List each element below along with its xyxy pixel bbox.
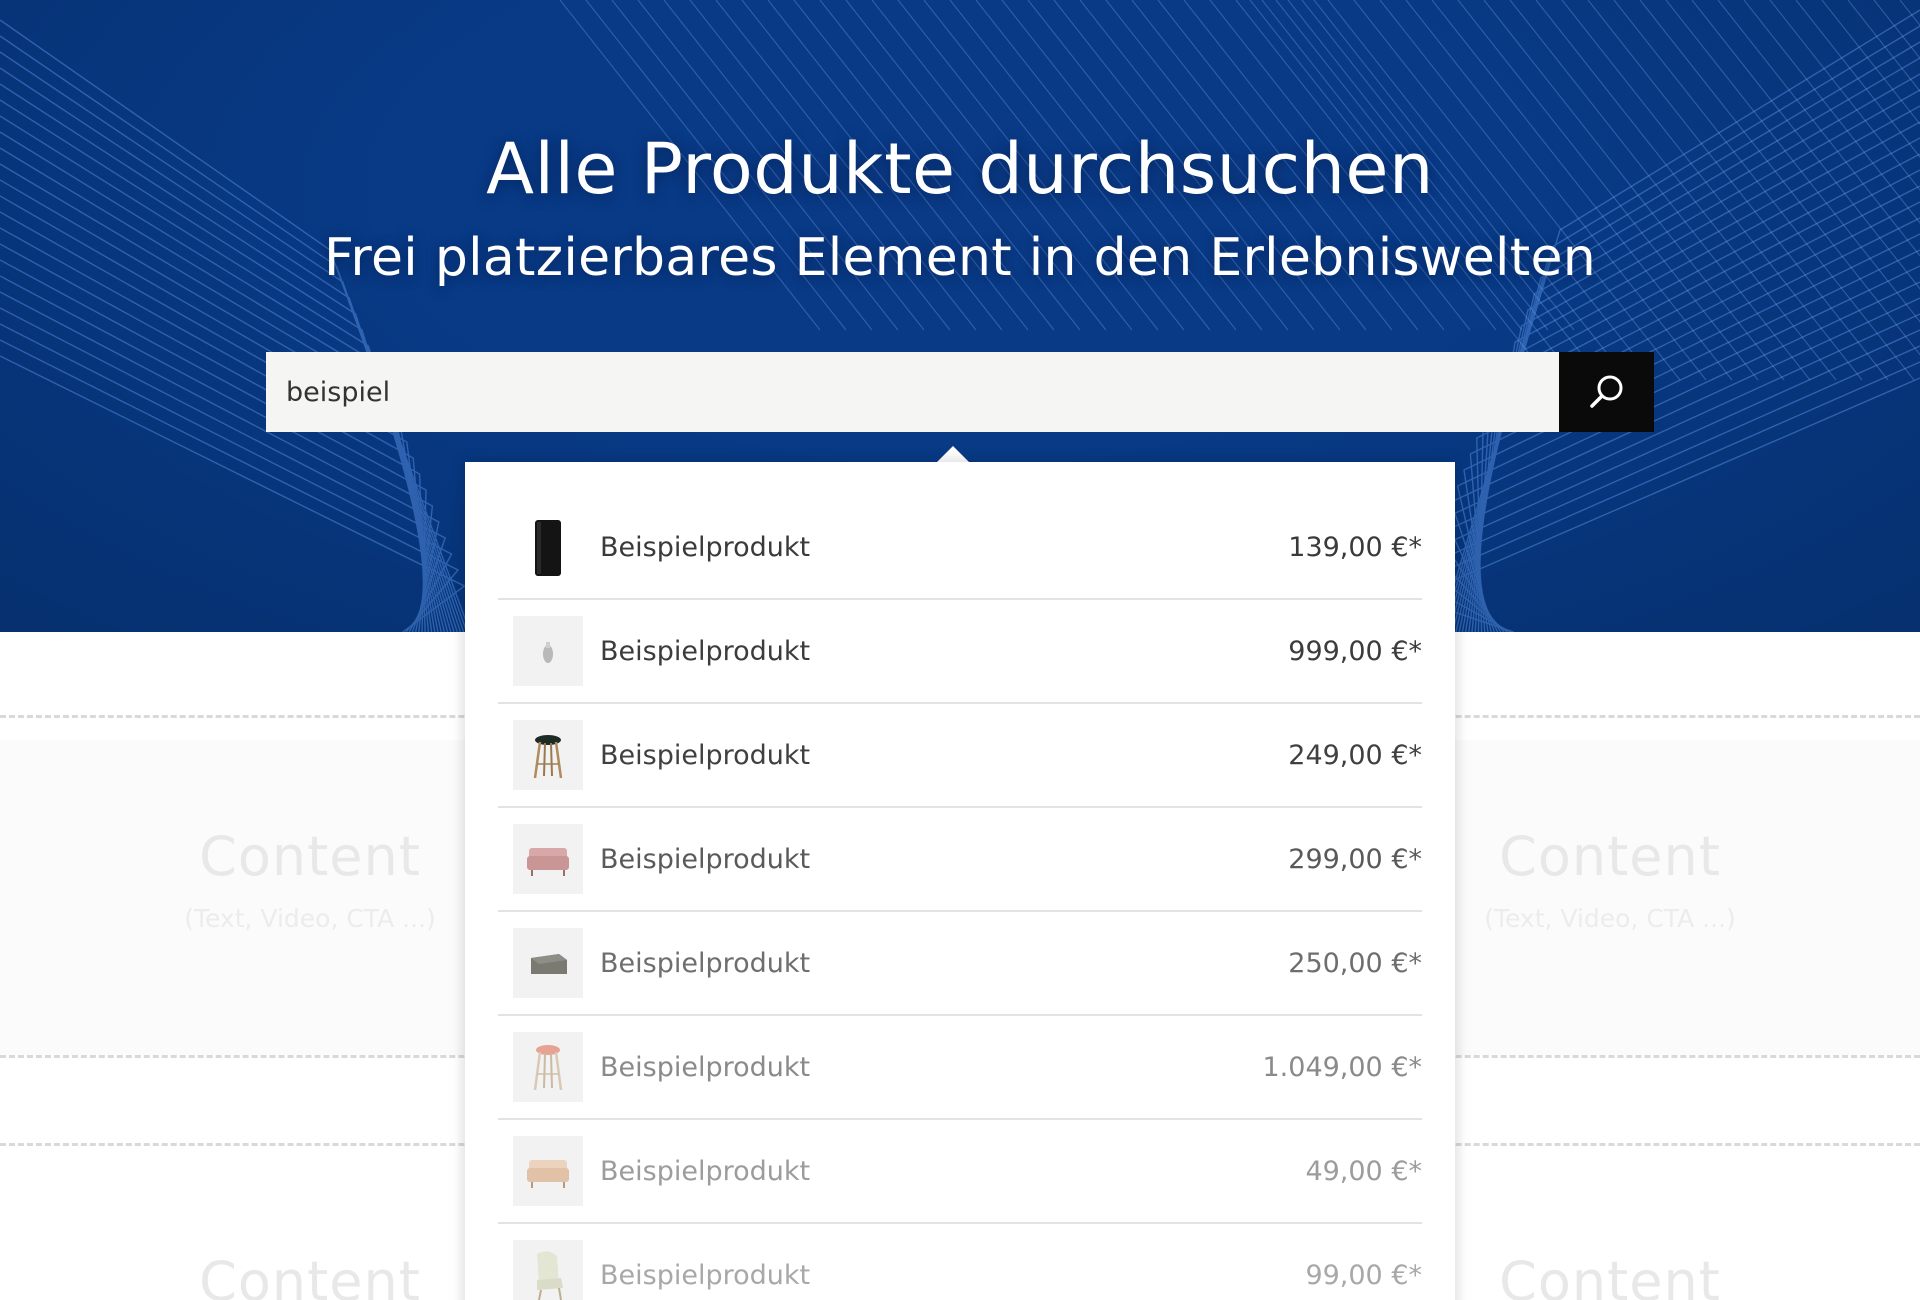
product-thumbnail [513, 928, 583, 998]
content-placeholder-right: Content (Text, Video, CTA ...) [1410, 825, 1810, 933]
search-button[interactable] [1559, 352, 1654, 432]
search-result-item[interactable]: Beispielprodukt 999,00 €* [498, 600, 1422, 704]
product-name: Beispielprodukt [600, 1155, 811, 1187]
product-thumbnail [513, 720, 583, 790]
search-result-item[interactable]: Beispielprodukt 249,00 €* [498, 704, 1422, 808]
bar-stool-dark-icon [533, 735, 563, 779]
content-placeholder-left-2: Content [110, 1250, 510, 1300]
search-bar [266, 352, 1654, 432]
product-price: 99,00 €* [1305, 1259, 1422, 1291]
product-thumbnail [513, 1240, 583, 1300]
page-title: Alle Produkte durchsuchen [486, 128, 1434, 210]
search-result-item[interactable]: Beispielprodukt 99,00 €* [498, 1224, 1422, 1300]
product-price: 250,00 €* [1288, 947, 1422, 979]
content-placeholder-title: Content [199, 825, 421, 888]
lounge-chair-icon [537, 1251, 563, 1300]
product-name: Beispielprodukt [600, 531, 811, 563]
content-placeholder-title: Content [1499, 825, 1721, 888]
search-results-list: Beispielprodukt 139,00 €* Beispielprodukt 9… [498, 496, 1422, 1300]
search-suggestions-dropdown: Beispielprodukt 139,00 €* Beispielprodukt 9… [465, 462, 1455, 1300]
product-thumbnail [513, 824, 583, 894]
content-placeholder-right-2: Content [1410, 1250, 1810, 1300]
product-thumbnail [513, 1136, 583, 1206]
product-price: 1.049,00 €* [1262, 1051, 1423, 1083]
product-price: 49,00 €* [1305, 1155, 1422, 1187]
search-result-item[interactable]: Beispielprodukt 49,00 €* [498, 1120, 1422, 1224]
content-placeholder-subtitle: (Text, Video, CTA ...) [1484, 904, 1736, 933]
pink-sofa-icon [527, 848, 569, 876]
search-result-item[interactable]: Beispielprodukt 139,00 €* [498, 496, 1422, 600]
page-subtitle: Frei platzierbares Element in den Erlebn… [324, 228, 1596, 288]
content-placeholder-title: Content [1499, 1250, 1721, 1300]
product-name: Beispielprodukt [600, 1259, 811, 1291]
vase-icon [543, 642, 553, 663]
product-name: Beispielprodukt [600, 739, 811, 771]
bar-stool-red-icon [533, 1045, 563, 1091]
product-thumbnail [513, 1032, 583, 1102]
speaker-icon [535, 520, 561, 576]
grey-ottoman-icon [531, 954, 567, 974]
product-price: 999,00 €* [1288, 635, 1422, 667]
product-name: Beispielprodukt [600, 843, 811, 875]
product-thumbnail [513, 512, 583, 582]
product-name: Beispielprodukt [600, 947, 811, 979]
beige-sofa-icon [527, 1160, 569, 1188]
product-price: 249,00 €* [1288, 739, 1422, 771]
search-result-item[interactable]: Beispielprodukt 299,00 €* [498, 808, 1422, 912]
search-result-item[interactable]: Beispielprodukt 1.049,00 €* [498, 1016, 1422, 1120]
content-placeholder-title: Content [199, 1250, 421, 1300]
product-name: Beispielprodukt [600, 1051, 811, 1083]
search-icon [1589, 375, 1622, 408]
search-result-item[interactable]: Beispielprodukt 250,00 €* [498, 912, 1422, 1016]
search-input[interactable] [266, 352, 1559, 432]
product-price: 299,00 €* [1288, 843, 1422, 875]
dropdown-pointer [937, 446, 969, 462]
product-price: 139,00 €* [1288, 531, 1422, 563]
product-thumbnail [513, 616, 583, 686]
content-placeholder-left: Content (Text, Video, CTA ...) [110, 825, 510, 933]
page: Alle Produkte durchsuchen Frei platzierb… [0, 0, 1920, 1300]
content-placeholder-subtitle: (Text, Video, CTA ...) [184, 904, 436, 933]
product-name: Beispielprodukt [600, 635, 811, 667]
